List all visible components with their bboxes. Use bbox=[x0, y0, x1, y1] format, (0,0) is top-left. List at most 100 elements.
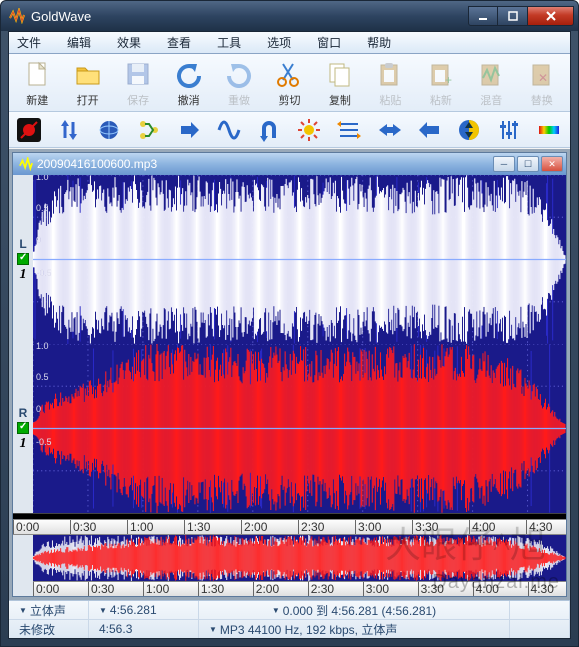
channel-left-num: 1 bbox=[20, 267, 27, 283]
status-empty2 bbox=[510, 620, 570, 638]
tool-label: 重做 bbox=[228, 92, 250, 108]
copy-icon bbox=[324, 58, 356, 90]
tool-undo-button[interactable]: 撤消 bbox=[164, 56, 212, 110]
menu-help[interactable]: 帮助 bbox=[363, 32, 395, 53]
time-tick: 4:00 bbox=[469, 520, 495, 534]
tool-redo-button: 重做 bbox=[215, 56, 263, 110]
fx-gear-burst-button[interactable] bbox=[295, 116, 323, 144]
maximize-button[interactable] bbox=[498, 6, 528, 26]
tool-label: 保存 bbox=[127, 92, 149, 108]
status-format[interactable]: ▼MP3 44100 Hz, 192 kbps, 立体声 bbox=[199, 620, 510, 638]
close-button[interactable] bbox=[528, 6, 574, 26]
overview-ruler[interactable]: 0:000:301:001:302:002:303:003:304:004:30 bbox=[33, 581, 566, 596]
fx-arrow-right-button[interactable] bbox=[175, 116, 203, 144]
tool-pastenew-button: + 粘新 bbox=[417, 56, 465, 110]
document-title: 20090416100600.mp3 bbox=[37, 157, 489, 171]
time-tick: 2:00 bbox=[241, 520, 267, 534]
time-tick: 3:30 bbox=[412, 520, 438, 534]
fx-diamond-right-button[interactable] bbox=[375, 116, 403, 144]
status-length[interactable]: ▼4:56.281 bbox=[89, 601, 199, 619]
time-tick: 4:30 bbox=[526, 520, 552, 534]
waveform-editor: L 1 R 1 .gl bbox=[13, 175, 566, 596]
menu-window[interactable]: 窗口 bbox=[313, 32, 345, 53]
fx-arrows-v-button[interactable] bbox=[55, 116, 83, 144]
fx-circle-split-button[interactable] bbox=[455, 116, 483, 144]
tool-label: 撤消 bbox=[178, 92, 200, 108]
disk-icon bbox=[122, 58, 154, 90]
fx-spectrum-button[interactable] bbox=[535, 116, 563, 144]
menu-options[interactable]: 选项 bbox=[263, 32, 295, 53]
fx-fork-button[interactable] bbox=[135, 116, 163, 144]
paste-icon bbox=[374, 58, 406, 90]
doc-minimize-button[interactable]: ─ bbox=[493, 156, 515, 172]
fx-bars-button[interactable] bbox=[335, 116, 363, 144]
channel-left-label: L bbox=[19, 237, 26, 251]
document-titlebar[interactable]: 20090416100600.mp3 ─ ☐ ✕ bbox=[13, 153, 566, 175]
fx-globe-button[interactable] bbox=[95, 116, 123, 144]
tool-copy-button[interactable]: 复制 bbox=[316, 56, 364, 110]
effect-toolbar bbox=[9, 112, 570, 148]
tool-label: 新建 bbox=[26, 92, 48, 108]
overview-waveform[interactable] bbox=[33, 535, 566, 581]
menu-file[interactable]: 文件 bbox=[13, 32, 45, 53]
statusbar: ▼立体声 ▼4:56.281 ▼0.000 到 4:56.281 (4:56.2… bbox=[9, 600, 570, 638]
channel-left-gutter[interactable]: L 1 bbox=[13, 175, 33, 344]
fx-record-button[interactable] bbox=[15, 116, 43, 144]
time-tick: 4:00 bbox=[473, 582, 499, 596]
time-tick: 1:00 bbox=[127, 520, 153, 534]
fx-u-turn-button[interactable] bbox=[255, 116, 283, 144]
time-tick: 0:00 bbox=[13, 520, 39, 534]
tool-cut-button[interactable]: 剪切 bbox=[265, 56, 313, 110]
tool-save-button: 保存 bbox=[114, 56, 162, 110]
status-length2[interactable]: 4:56.3 bbox=[89, 620, 199, 638]
mix-icon bbox=[475, 58, 507, 90]
tool-label: 混音 bbox=[480, 92, 502, 108]
status-mode[interactable]: ▼立体声 bbox=[9, 601, 89, 619]
redo-icon bbox=[223, 58, 255, 90]
waveform-body[interactable]: .gl{stroke:#5a5ad0;stroke-width:1;stroke… bbox=[33, 175, 566, 513]
status-modified: 未修改 bbox=[9, 620, 89, 638]
tool-label: 打开 bbox=[77, 92, 99, 108]
time-tick: 0:00 bbox=[33, 582, 59, 596]
tool-open-button[interactable]: 打开 bbox=[63, 56, 111, 110]
svg-text:+: + bbox=[445, 73, 452, 87]
status-selection[interactable]: ▼0.000 到 4:56.281 (4:56.281) bbox=[199, 601, 510, 619]
time-tick: 2:00 bbox=[253, 582, 279, 596]
fx-sliders-button[interactable] bbox=[495, 116, 523, 144]
menu-effect[interactable]: 效果 bbox=[113, 32, 145, 53]
time-ruler[interactable]: 0:000:301:001:302:002:303:003:304:004:30 bbox=[13, 519, 566, 534]
tool-paste-button: 粘贴 bbox=[366, 56, 414, 110]
pastenew-icon: + bbox=[425, 58, 457, 90]
file-icon bbox=[21, 58, 53, 90]
time-tick: 1:30 bbox=[184, 520, 210, 534]
channel-left-check-icon[interactable] bbox=[17, 253, 29, 265]
titlebar[interactable]: GoldWave bbox=[1, 1, 578, 31]
tool-label: 粘新 bbox=[430, 92, 452, 108]
channel-right-label: R bbox=[19, 406, 28, 420]
app-icon bbox=[9, 8, 25, 24]
minimize-button[interactable] bbox=[468, 6, 498, 26]
time-tick: 0:30 bbox=[70, 520, 96, 534]
tool-new-button[interactable]: 新建 bbox=[13, 56, 61, 110]
channel-right-gutter[interactable]: R 1 bbox=[13, 344, 33, 513]
replace-icon: ✕ bbox=[526, 58, 558, 90]
tool-label: 复制 bbox=[329, 92, 351, 108]
channel-right-check-icon[interactable] bbox=[17, 422, 29, 434]
menu-view[interactable]: 查看 bbox=[163, 32, 195, 53]
doc-maximize-button[interactable]: ☐ bbox=[517, 156, 539, 172]
time-tick: 0:30 bbox=[88, 582, 114, 596]
tool-label: 替换 bbox=[531, 92, 553, 108]
channel-right-num: 1 bbox=[20, 436, 27, 452]
menu-edit[interactable]: 编辑 bbox=[63, 32, 95, 53]
time-tick: 1:30 bbox=[198, 582, 224, 596]
svg-text:✕: ✕ bbox=[538, 71, 548, 85]
tool-mix-button: 混音 bbox=[467, 56, 515, 110]
fx-arrow-left-solid-button[interactable] bbox=[415, 116, 443, 144]
app-title: GoldWave bbox=[31, 9, 468, 24]
menubar: 文件 编辑 效果 查看 工具 选项 窗口 帮助 bbox=[9, 32, 570, 54]
document-window: 20090416100600.mp3 ─ ☐ ✕ L bbox=[12, 152, 567, 597]
fx-wave-button[interactable] bbox=[215, 116, 243, 144]
doc-close-button[interactable]: ✕ bbox=[541, 156, 563, 172]
main-toolbar: 新建 打开 保存 撤消 重做剪切复制粘贴 + 粘新 混音 ✕ 替换 bbox=[9, 54, 570, 112]
menu-tool[interactable]: 工具 bbox=[213, 32, 245, 53]
